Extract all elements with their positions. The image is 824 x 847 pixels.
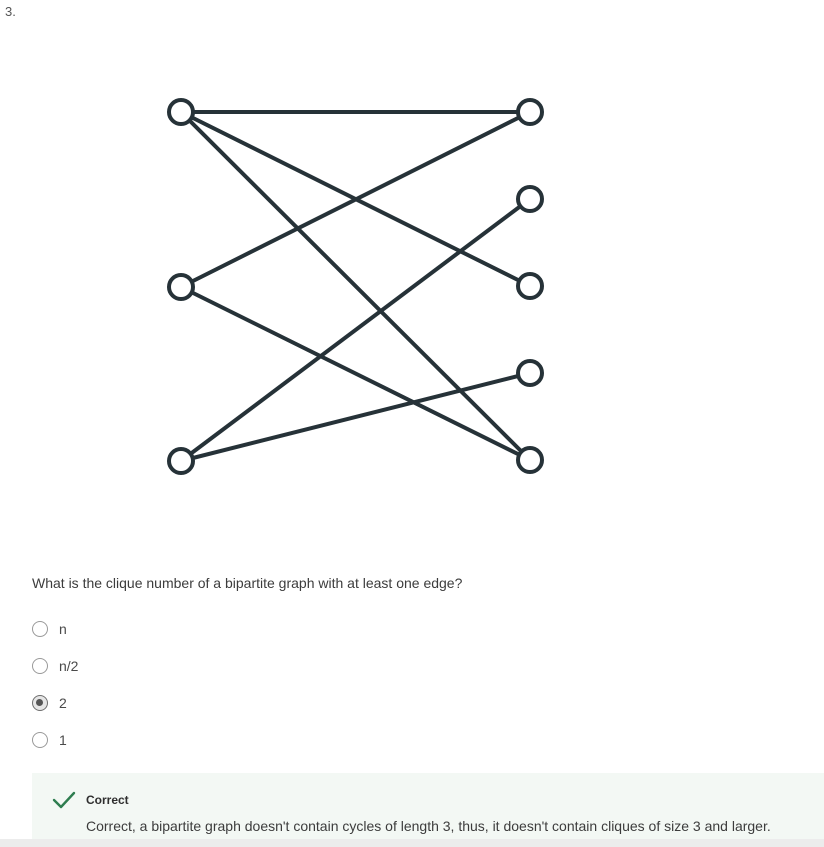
option-label: 1 — [59, 731, 67, 748]
graph-vertex — [167, 273, 195, 301]
graph-vertex — [167, 98, 195, 126]
radio-button[interactable] — [32, 657, 48, 674]
feedback-message: Correct, a bipartite graph doesn't conta… — [86, 818, 771, 834]
graph-edge — [180, 285, 531, 462]
check-icon — [52, 791, 76, 809]
bipartite-graph-figure — [167, 98, 544, 475]
feedback-status: Correct — [86, 793, 129, 807]
graph-vertex — [516, 98, 544, 126]
option-2[interactable]: 2 — [30, 684, 78, 721]
feedback-panel: Correct Correct, a bipartite graph doesn… — [32, 773, 824, 839]
graph-vertex — [516, 359, 544, 387]
option-label: n/2 — [59, 657, 79, 674]
option-label: n — [59, 620, 67, 637]
graph-edge — [179, 110, 532, 462]
graph-edge — [180, 371, 531, 463]
radio-button[interactable] — [32, 620, 48, 637]
page-footer-bar — [0, 839, 824, 847]
graph-vertex — [516, 185, 544, 213]
answer-options: n n/2 2 1 — [30, 610, 78, 758]
option-n-half[interactable]: n/2 — [30, 647, 78, 684]
graph-vertex — [167, 447, 195, 475]
option-n[interactable]: n — [30, 610, 78, 647]
radio-button-selected[interactable] — [32, 694, 48, 711]
radio-button[interactable] — [32, 731, 48, 748]
graph-edges — [179, 110, 532, 463]
quiz-page: 3. What is the clique number of a bipart… — [0, 0, 824, 847]
graph-vertex — [516, 272, 544, 300]
option-1[interactable]: 1 — [30, 721, 78, 758]
option-label: 2 — [59, 694, 67, 711]
graph-vertex — [516, 446, 544, 474]
graph-edge — [179, 197, 532, 463]
question-prompt: What is the clique number of a bipartite… — [32, 575, 463, 591]
